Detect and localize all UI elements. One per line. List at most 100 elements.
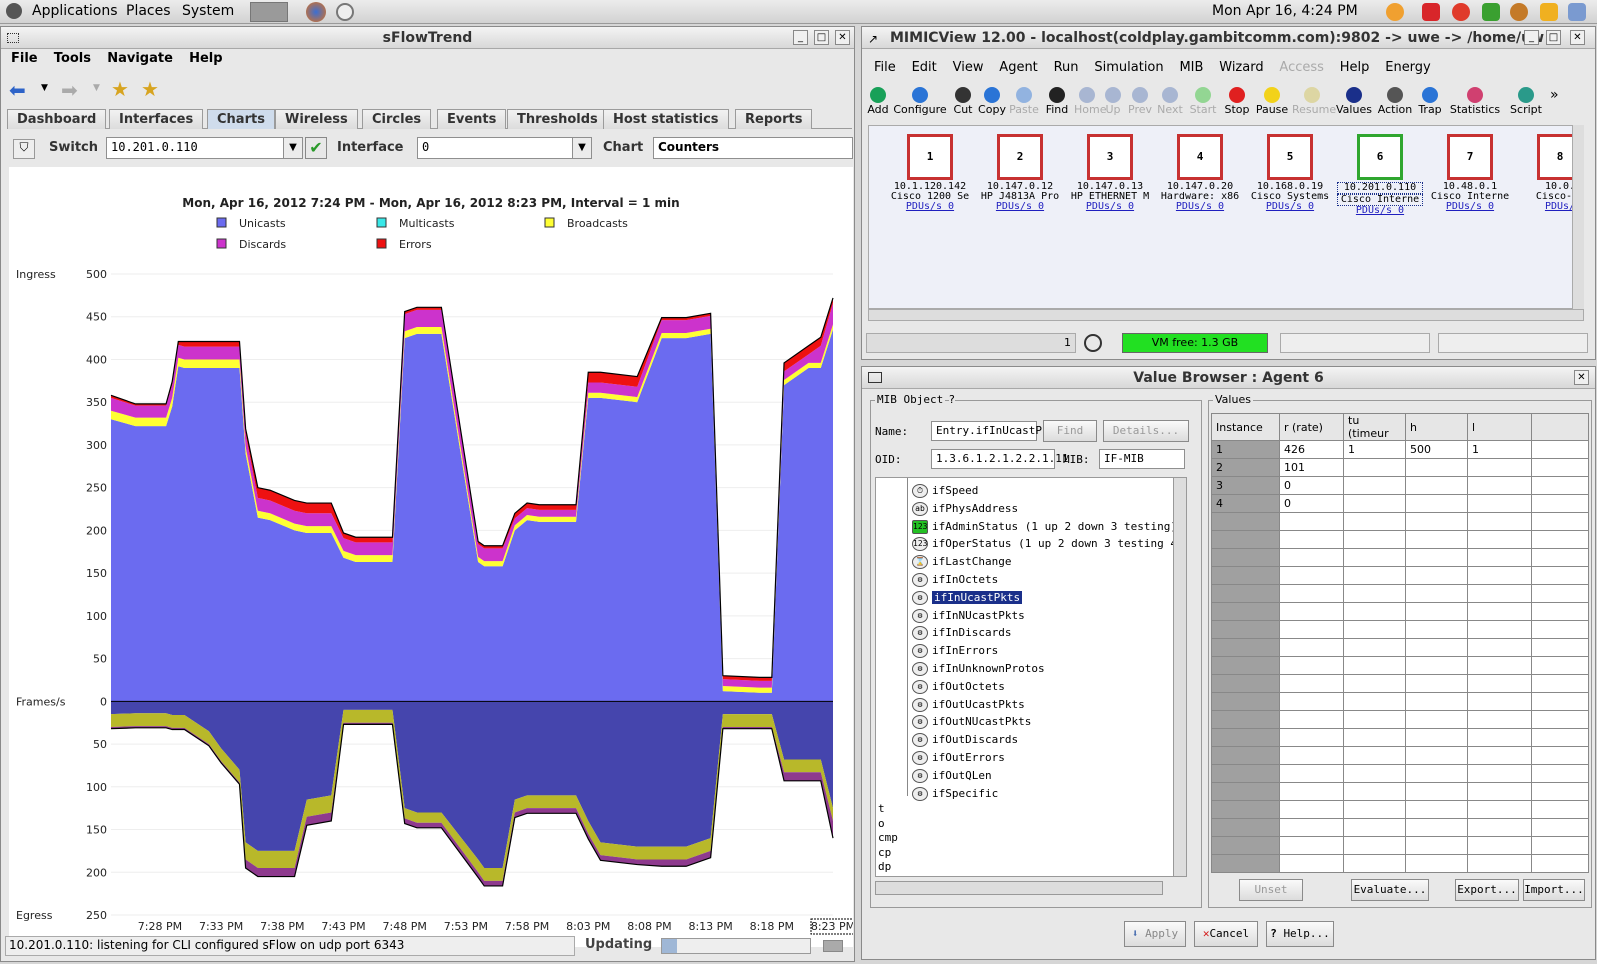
table-row[interactable] (1211, 674, 1589, 693)
agent-panel-hscrollbar[interactable] (868, 309, 1584, 321)
value-cell[interactable] (1279, 674, 1344, 693)
value-cell[interactable] (1405, 512, 1468, 531)
help-button[interactable]: ? Help... (1266, 921, 1334, 947)
value-cell[interactable] (1279, 728, 1344, 747)
tool-up-button[interactable]: Up (1102, 87, 1124, 116)
value-cell[interactable] (1279, 584, 1344, 603)
value-cell[interactable] (1467, 476, 1532, 495)
value-cell[interactable] (1531, 566, 1589, 585)
back-arrow-icon[interactable]: ⬅ (9, 80, 26, 100)
valbrowser-title[interactable]: Value Browser : Agent 6 (862, 367, 1595, 389)
tree-item-iflastchange[interactable]: ⌛ ifLastChange (912, 553, 1011, 570)
value-cell[interactable]: 101 (1279, 458, 1344, 477)
mimic-menu-energy[interactable]: Energy (1379, 60, 1437, 75)
value-cell[interactable] (1405, 710, 1468, 729)
value-cell[interactable] (1343, 818, 1406, 837)
table-row[interactable] (1211, 584, 1589, 603)
table-row[interactable]: 1 426 1 500 1 (1211, 440, 1589, 459)
table-row[interactable] (1211, 818, 1589, 837)
weather-icon[interactable] (1386, 3, 1404, 21)
firefox-icon[interactable] (306, 2, 326, 22)
clock[interactable]: Mon Apr 16, 4:24 PM (1212, 3, 1358, 19)
value-cell[interactable] (1467, 530, 1532, 549)
value-cell[interactable] (1343, 602, 1406, 621)
value-cell[interactable] (1405, 782, 1468, 801)
value-cell[interactable] (1531, 548, 1589, 567)
value-cell[interactable] (1405, 458, 1468, 477)
table-row[interactable] (1211, 836, 1589, 855)
value-cell[interactable] (1343, 494, 1406, 513)
value-cell[interactable] (1405, 638, 1468, 657)
tree-item-ifspecific[interactable]: ⚙ ifSpecific (912, 785, 998, 802)
value-cell[interactable] (1531, 620, 1589, 639)
tool-trap-button[interactable]: Trap (1416, 87, 1444, 116)
value-cell[interactable] (1405, 764, 1468, 783)
value-cell[interactable] (1467, 692, 1532, 711)
tool-stop-button[interactable]: Stop (1222, 87, 1252, 116)
value-cell[interactable] (1343, 854, 1406, 873)
mimic-title[interactable]: MIMICView 12.00 - localhost(coldplay.gam… (862, 27, 1595, 49)
import-button[interactable]: Import... (1523, 879, 1585, 901)
value-cell[interactable] (1467, 854, 1532, 873)
tree-item-ifinucastpkts[interactable]: ⚙ ifInUcastPkts (912, 589, 1023, 606)
menu-help[interactable]: Help (183, 51, 228, 66)
value-cell[interactable] (1405, 854, 1468, 873)
value-cell[interactable] (1279, 710, 1344, 729)
value-cell[interactable] (1343, 584, 1406, 603)
menu-navigate[interactable]: Navigate (101, 51, 179, 66)
value-cell[interactable] (1343, 548, 1406, 567)
agent-1[interactable]: 1 10.1.120.142 Cisco 1200 Se PDUs/s 0 (887, 134, 973, 212)
tab-dashboard[interactable]: Dashboard (7, 109, 107, 129)
cancel-button[interactable]: ✕Cancel (1194, 921, 1258, 947)
value-cell[interactable]: 1 (1467, 440, 1532, 459)
mimic-menu-agent[interactable]: Agent (993, 60, 1043, 75)
valbrowser-window-icon[interactable] (868, 372, 882, 383)
value-cell[interactable] (1343, 800, 1406, 819)
mimic-minimize-button[interactable]: _ (1524, 30, 1539, 45)
tab-thresholds[interactable]: Thresholds (507, 109, 608, 129)
value-cell[interactable] (1467, 746, 1532, 765)
value-cell[interactable] (1279, 818, 1344, 837)
value-cell[interactable] (1467, 674, 1532, 693)
minimize-button[interactable]: _ (793, 30, 808, 45)
tool-next-button[interactable]: Next (1156, 87, 1184, 116)
tree-item-ifoperstatus[interactable]: 123 ifOperStatus (1 up 2 down 3 testing 4… (912, 535, 1184, 552)
value-cell[interactable] (1531, 782, 1589, 801)
value-cell[interactable] (1531, 602, 1589, 621)
filter-icon[interactable]: ⛉ (13, 139, 35, 159)
mimic-menu-file[interactable]: File (868, 60, 902, 75)
value-cell[interactable] (1279, 764, 1344, 783)
table-row[interactable] (1211, 620, 1589, 639)
value-cell[interactable]: 0 (1279, 494, 1344, 513)
value-cell[interactable] (1279, 800, 1344, 819)
mimic-close-button[interactable]: ✕ (1570, 30, 1585, 45)
agent-7[interactable]: 7 10.48.0.1 Cisco Interne PDUs/s 0 (1427, 134, 1513, 212)
table-row[interactable] (1211, 710, 1589, 729)
value-cell[interactable] (1467, 782, 1532, 801)
table-row[interactable] (1211, 746, 1589, 765)
value-cell[interactable] (1405, 692, 1468, 711)
chart-tray-icon[interactable] (1482, 3, 1500, 21)
tool-statistics-button[interactable]: Statistics (1446, 87, 1504, 116)
update-icon[interactable] (336, 3, 354, 21)
forward-dropdown-icon[interactable]: ▼ (93, 83, 100, 93)
value-cell[interactable] (1279, 656, 1344, 675)
value-cell[interactable] (1405, 548, 1468, 567)
table-row[interactable] (1211, 764, 1589, 783)
mib-help-icon[interactable]: ? (949, 393, 955, 406)
value-cell[interactable] (1279, 530, 1344, 549)
value-cell[interactable] (1279, 782, 1344, 801)
agent-panel-vscrollbar[interactable] (1572, 125, 1584, 309)
value-cell[interactable] (1531, 692, 1589, 711)
values-table[interactable]: Instance r (rate) tu (timeur h l 1 426 1 500 1 2 10… (1211, 413, 1589, 873)
tree-item-ifinunknownprotos[interactable]: ⚙ ifInUnknownProtos (912, 660, 1045, 677)
tool-pause-button[interactable]: Pause (1254, 87, 1290, 116)
value-cell[interactable] (1279, 566, 1344, 585)
tree-item-ifoutdiscards[interactable]: ⚙ ifOutDiscards (912, 731, 1018, 748)
value-cell[interactable] (1343, 764, 1406, 783)
value-cell[interactable] (1343, 566, 1406, 585)
value-cell[interactable] (1343, 728, 1406, 747)
window-menu-icon[interactable] (7, 33, 19, 43)
valbrowser-close-button[interactable]: ✕ (1574, 370, 1589, 385)
value-cell[interactable] (1279, 620, 1344, 639)
